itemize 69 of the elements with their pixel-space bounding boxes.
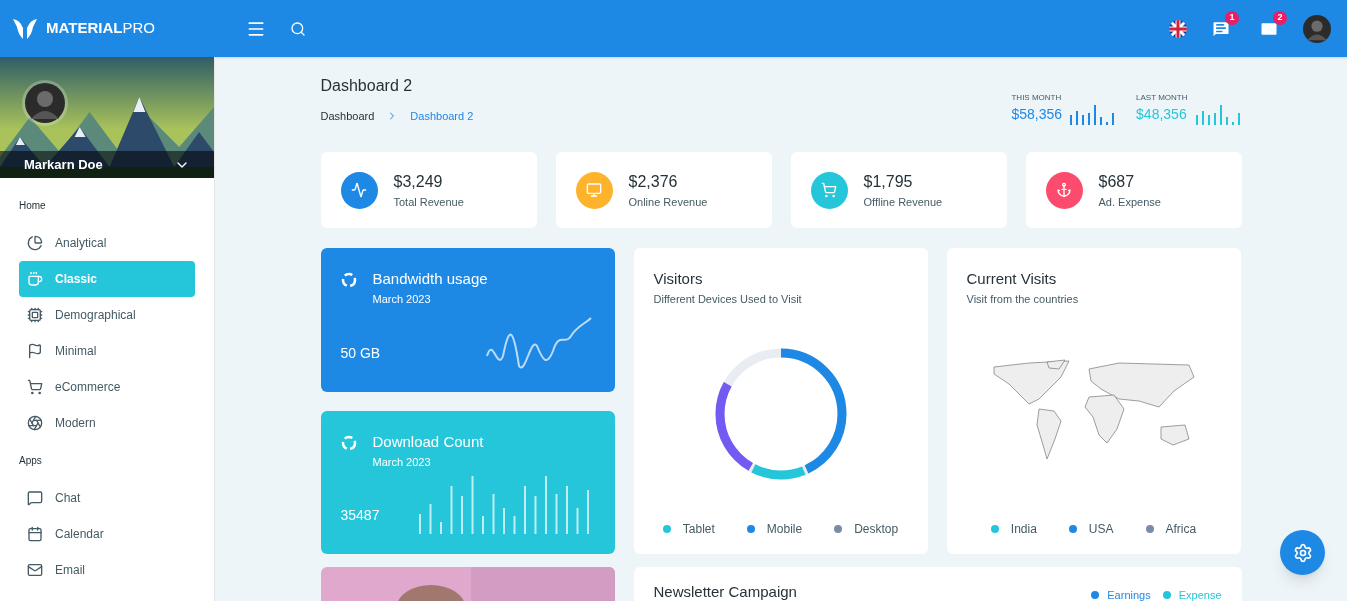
card-value: $2,376 — [628, 171, 679, 192]
panel-title: Download Count — [372, 432, 484, 452]
card-label: Offline Revenue — [863, 194, 943, 210]
panel-value: 35487 — [340, 506, 380, 525]
card-subtitle: Different Devices Used to Visit — [653, 291, 803, 307]
section-heading: Home — [19, 199, 47, 213]
card-title: Newsletter Campaign — [653, 581, 797, 601]
legend-label: Mobile — [766, 521, 803, 538]
panel-value: 50 GB — [340, 344, 381, 363]
mini-bar-chart-drawing — [1070, 103, 1117, 125]
stat-label: LAST MONTH — [1136, 92, 1188, 104]
legend-label: Earnings — [1107, 587, 1151, 601]
cart-icon — [27, 379, 43, 395]
sidebar-item[interactable]: Demographical — [19, 297, 195, 333]
pulse-icon — [351, 182, 367, 198]
sidebar-item[interactable]: Email — [19, 552, 195, 588]
stat-value: $48,356 — [1136, 105, 1188, 124]
flag-icon — [27, 343, 43, 359]
settings-button[interactable] — [1280, 530, 1325, 575]
card-value: $687 — [1098, 171, 1136, 192]
chat-icon — [27, 490, 43, 506]
card-subtitle: Visit from the countries — [966, 291, 1080, 307]
sidebar-item[interactable]: eCommerce — [19, 369, 195, 405]
chip-icon — [27, 307, 43, 323]
card-label: Total Revenue — [393, 194, 464, 210]
legend-label: Africa — [1165, 521, 1197, 538]
search-icon — [290, 20, 306, 37]
sidebar-item[interactable]: Chat — [19, 480, 195, 516]
aperture-icon — [27, 415, 43, 431]
card-title: Visitors — [653, 269, 704, 289]
settings-icon — [1292, 542, 1313, 563]
count-badge: 2 — [1273, 10, 1287, 25]
sidebar-item[interactable]: Modern — [19, 405, 195, 441]
legend-label: India — [1010, 521, 1037, 538]
panel-subtitle: March 2023 — [372, 454, 432, 470]
cup-icon — [27, 271, 43, 287]
count-badge: 1 — [1225, 10, 1239, 25]
legend-label: Desktop — [854, 521, 899, 538]
stat-value: $58,356 — [1011, 105, 1063, 124]
logo-text: MATERIALPRO — [46, 18, 155, 39]
pie-chart-icon — [27, 235, 43, 251]
breadcrumb-link[interactable]: Dashboard — [320, 108, 375, 125]
stat-label: THIS MONTH — [1011, 92, 1063, 104]
breadcrumb-link[interactable]: Dashboard 2 — [410, 108, 474, 125]
card-value: $1,795 — [863, 171, 914, 192]
sidebar-item[interactable]: Minimal — [19, 333, 195, 369]
page-title: Dashboard 2 — [320, 76, 414, 96]
monitor-icon — [586, 182, 602, 198]
panel-title: Bandwidth usage — [372, 269, 488, 289]
legend-label: Tablet — [682, 521, 715, 538]
loading-ring-icon — [340, 435, 357, 451]
mail-icon — [27, 562, 43, 578]
mini-bar-chart-drawing — [1195, 103, 1242, 125]
legend-label: Expense — [1178, 587, 1222, 601]
cart-icon — [821, 182, 837, 198]
card-label: Ad. Expense — [1098, 194, 1161, 210]
sidebar-item[interactable]: Analytical — [19, 225, 195, 261]
panel-subtitle: March 2023 — [372, 291, 432, 307]
section-heading: Apps — [19, 454, 43, 468]
card-label: Online Revenue — [628, 194, 708, 210]
logo-icon — [12, 17, 38, 40]
card-value: $3,249 — [393, 171, 444, 192]
loading-ring-icon — [340, 272, 357, 288]
sidebar-item[interactable]: Calendar — [19, 516, 195, 552]
flag-icon[interactable] — [1169, 19, 1187, 38]
card-title: Current Visits — [966, 269, 1058, 289]
legend-label: USA — [1088, 521, 1114, 538]
calendar-icon — [27, 526, 43, 542]
anchor-icon — [1056, 182, 1072, 198]
